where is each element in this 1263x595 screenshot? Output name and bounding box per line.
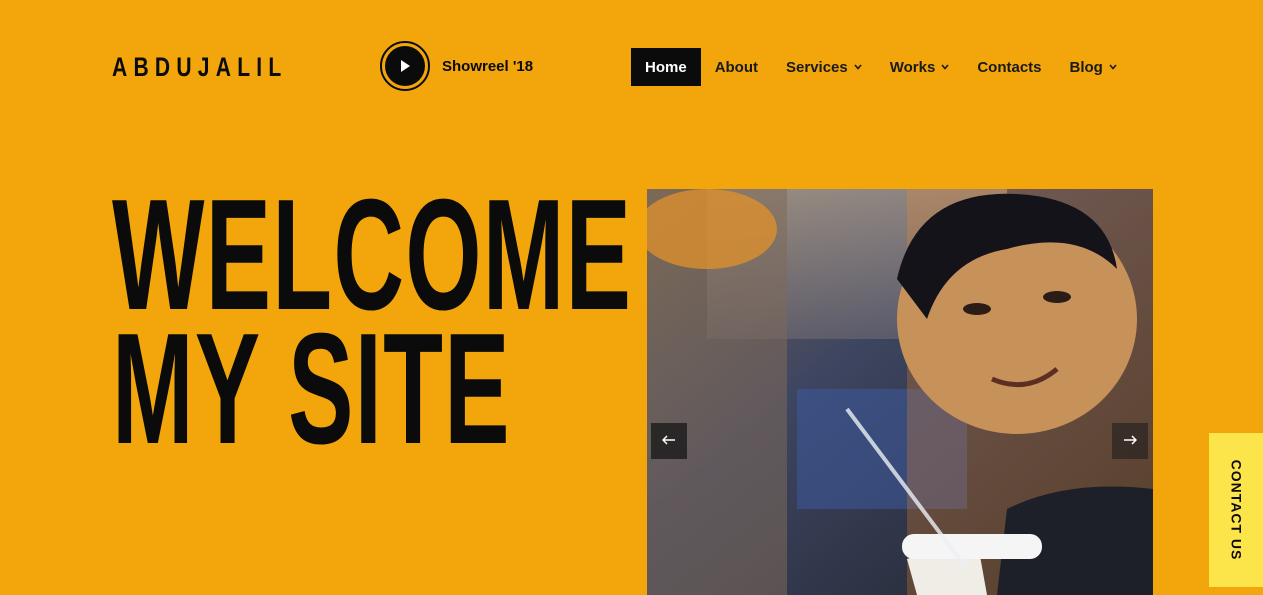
nav-item-blog[interactable]: Blog [1056,48,1131,86]
nav-item-label: About [714,58,759,76]
nav-item-label: Blog [1069,58,1103,76]
site-logo[interactable]: ABDUJALIL [112,52,288,82]
nav-item-contacts[interactable]: Contacts [963,48,1055,86]
nav-item-home[interactable]: Home [631,48,701,86]
contact-us-tab[interactable]: CONTACT US [1209,433,1263,587]
play-button-ring[interactable] [380,41,430,91]
page: ABDUJALIL Showreel '18 Home About Servic… [0,0,1263,595]
showreel-label: Showreel '18 [442,57,534,75]
slider-next-button[interactable] [1112,423,1148,459]
play-icon [385,46,425,86]
hero-title: WELCOME MY SITE [112,176,632,468]
nav-item-works[interactable]: Works [876,48,964,86]
showreel-button[interactable]: Showreel '18 [380,41,533,91]
portrait-illustration [647,189,1153,595]
arrow-right-icon [1123,432,1138,450]
arrow-left-icon [661,432,676,450]
nav-item-label: Home [645,58,687,76]
nav-item-label: Works [889,58,936,76]
nav-item-services[interactable]: Services [772,48,876,86]
hero-photo [647,189,1153,595]
contact-us-label: CONTACT US [1228,459,1245,561]
slider-prev-button[interactable] [651,423,687,459]
chevron-down-icon [1109,64,1117,70]
main-nav: Home About Services Works Contacts Blog [631,48,1131,86]
nav-item-label: Contacts [977,58,1042,76]
nav-item-label: Services [786,58,848,76]
chevron-down-icon [941,64,949,70]
nav-item-about[interactable]: About [701,48,772,86]
chevron-down-icon [854,64,862,70]
